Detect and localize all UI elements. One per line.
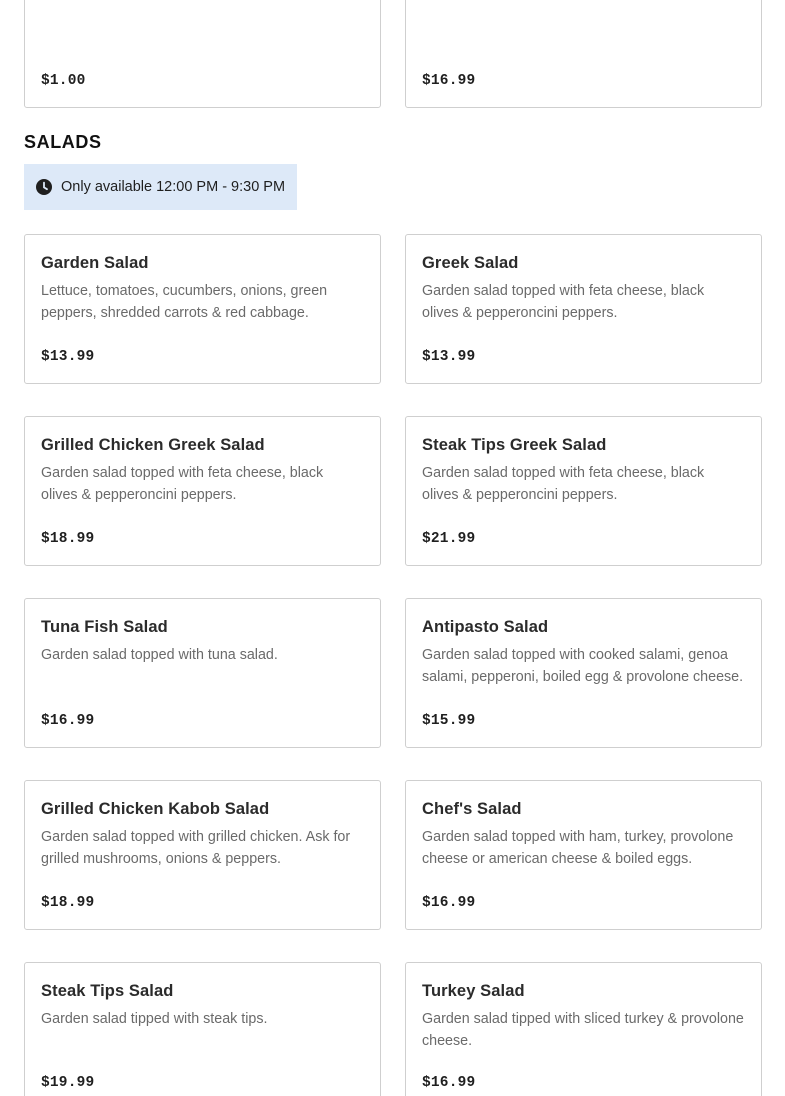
item-price: $16.99 — [422, 1075, 476, 1091]
item-price: $21.99 — [422, 531, 476, 547]
menu-item-card[interactable]: Grilled Chicken Kabob Salad Garden salad… — [24, 780, 381, 930]
item-name: Garden Salad — [41, 254, 149, 272]
menu-item-card[interactable]: Steak Tips Greek Salad Garden salad topp… — [405, 416, 762, 566]
item-name: Grilled Chicken Kabob Salad — [41, 800, 270, 818]
item-name: Antipasto Salad — [422, 618, 549, 636]
item-name: Steak Tips Salad — [41, 982, 174, 1000]
item-price: $18.99 — [41, 895, 95, 911]
menu-item-card[interactable]: Tuna Fish Salad Garden salad topped with… — [24, 598, 381, 748]
item-description: Garden salad topped with cooked salami, … — [422, 647, 744, 685]
item-name: Steak Tips Greek Salad — [422, 436, 607, 454]
item-name: Turkey Salad — [422, 982, 525, 1000]
item-price: $16.99 — [422, 73, 476, 89]
item-description: Garden salad topped with grilled chicken… — [41, 829, 351, 867]
item-price: $15.99 — [422, 713, 476, 729]
section-title-salads: SALADS — [24, 132, 102, 152]
menu-item-card[interactable]: Steak Tips Salad Garden salad tipped wit… — [24, 962, 381, 1096]
menu-page: $1.00 $16.99 SALADS Only available 12:00… — [0, 0, 785, 1096]
item-description: Garden salad tipped with sliced turkey &… — [422, 1011, 744, 1049]
menu-item-card[interactable]: Turkey Salad Garden salad tipped with sl… — [405, 962, 762, 1096]
clock-icon — [36, 179, 52, 195]
availability-text: Only available 12:00 PM - 9:30 PM — [61, 179, 286, 195]
item-price: $16.99 — [41, 713, 95, 729]
menu-item-card[interactable]: Greek Salad Garden salad topped with fet… — [405, 234, 762, 384]
item-price: $19.99 — [41, 1075, 95, 1091]
menu-item-card[interactable]: Grilled Chicken Greek Salad Garden salad… — [24, 416, 381, 566]
item-description: Lettuce, tomatoes, cucumbers, onions, gr… — [41, 283, 328, 321]
menu-item-card[interactable]: $16.99 — [405, 0, 762, 108]
menu-item-card[interactable]: $1.00 — [24, 0, 381, 108]
item-price: $16.99 — [422, 895, 476, 911]
menu-item-card[interactable]: Garden Salad Lettuce, tomatoes, cucumber… — [24, 234, 381, 384]
item-description: Garden salad topped with ham, turkey, pr… — [422, 829, 734, 867]
item-price: $18.99 — [41, 531, 95, 547]
menu-item-card[interactable]: Antipasto Salad Garden salad topped with… — [405, 598, 762, 748]
item-price: $13.99 — [422, 349, 476, 365]
item-description: Garden salad tipped with steak tips. — [41, 1011, 268, 1027]
item-name: Grilled Chicken Greek Salad — [41, 436, 265, 454]
item-name: Tuna Fish Salad — [41, 618, 168, 636]
menu-item-card[interactable]: Chef's Salad Garden salad topped with ha… — [405, 780, 762, 930]
item-description: Garden salad topped with feta cheese, bl… — [41, 465, 324, 503]
item-description: Garden salad topped with feta cheese, bl… — [422, 465, 705, 503]
availability-notice: Only available 12:00 PM - 9:30 PM — [24, 164, 298, 210]
item-name: Greek Salad — [422, 254, 519, 272]
item-description: Garden salad topped with tuna salad. — [41, 647, 278, 663]
item-name: Chef's Salad — [422, 800, 522, 818]
item-price: $1.00 — [41, 73, 86, 89]
item-price: $13.99 — [41, 349, 95, 365]
item-description: Garden salad topped with feta cheese, bl… — [422, 283, 705, 321]
